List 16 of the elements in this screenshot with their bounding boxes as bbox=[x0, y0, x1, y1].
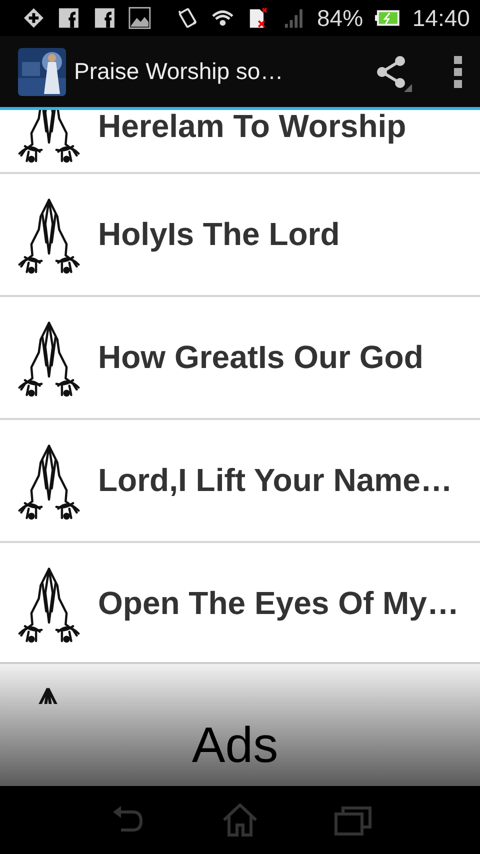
image-icon bbox=[128, 6, 152, 30]
app-title: Praise Worship so… bbox=[74, 58, 284, 85]
overflow-menu-icon[interactable] bbox=[452, 54, 464, 90]
facebook-icon bbox=[57, 6, 81, 30]
facebook-icon bbox=[92, 6, 116, 30]
song-title: Herelam To Worship bbox=[98, 110, 406, 145]
song-title: Lord,I Lift Your Name… bbox=[98, 462, 452, 499]
clock: 14:40 bbox=[412, 4, 470, 32]
song-title: Open The Eyes Of My… bbox=[98, 585, 459, 622]
ad-label: Ads bbox=[192, 716, 278, 774]
song-title: How GreatIs Our God bbox=[98, 339, 424, 376]
vibrate-icon bbox=[176, 6, 199, 30]
song-list-item[interactable]: Herelam To Worship bbox=[0, 110, 480, 174]
battery-percentage: 84% bbox=[317, 4, 364, 32]
ad-banner[interactable]: Ads bbox=[0, 662, 480, 786]
song-title: HolyIs The Lord bbox=[98, 216, 340, 253]
